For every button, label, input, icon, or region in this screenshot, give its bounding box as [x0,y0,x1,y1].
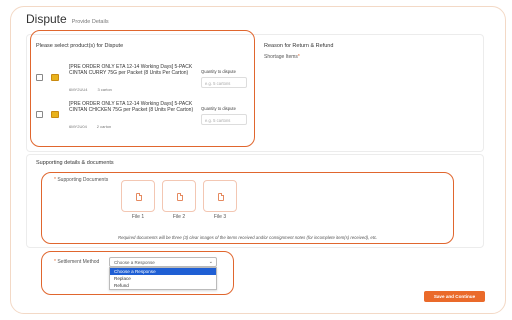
settlement-dropdown-menu: Choose a Response Replace Refund [109,267,217,290]
supporting-heading: Supporting details & documents [36,160,114,166]
products-highlight [30,30,255,147]
file-upload-1[interactable] [121,180,155,212]
page-subtitle: Provide Details [71,19,109,25]
file-upload-2[interactable] [162,180,196,212]
page-header: Dispute Provide Details [26,12,109,26]
settlement-label-text: Settlement Method [57,259,100,265]
settlement-label: * Settlement Method [54,259,99,265]
documents-label-text: Supporting Documents [57,177,109,183]
option-choose[interactable]: Choose a Response [110,268,216,275]
file-label: File 3 [213,214,227,220]
required-mark: * [297,54,300,60]
document-icon [218,193,224,201]
option-replace[interactable]: Replace [110,275,216,282]
reason-heading: Reason for Return & Refund [264,43,334,49]
file-upload-3[interactable] [203,180,237,212]
document-icon [136,193,142,201]
file-label: File 1 [131,214,145,220]
required-mark: * [54,177,56,183]
reason-label-text: Shortage Items [264,54,298,60]
settlement-select[interactable]: Choose a Response ⌄ [109,257,217,267]
file-label: File 2 [172,214,186,220]
required-mark: * [54,259,56,265]
documents-label: * Supporting Documents [54,177,108,183]
documents-note: Required documents will be three (3) cle… [118,235,378,240]
option-refund[interactable]: Refund [110,282,216,289]
save-continue-button[interactable]: Save and Continue [424,291,485,302]
chevron-down-icon: ⌄ [208,259,213,265]
reason-field-label: Shortage Items* [264,54,300,60]
select-value: Choose a Response [114,260,155,265]
document-icon [177,193,183,201]
page-title: Dispute [26,12,67,26]
